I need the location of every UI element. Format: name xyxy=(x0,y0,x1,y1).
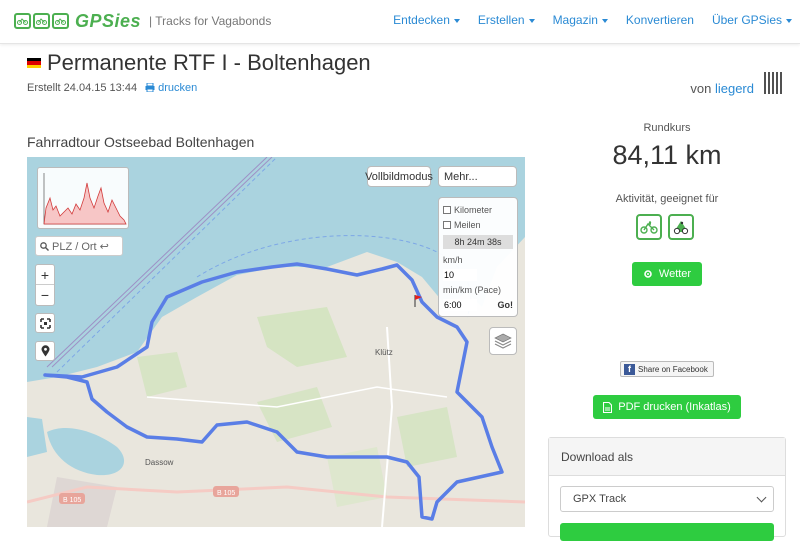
pdf-label: PDF drucken (Inkatlas) xyxy=(618,401,731,413)
pdf-print-button[interactable]: PDF drucken (Inkatlas) xyxy=(593,395,741,419)
page-title: Permanente RTF I - Boltenhagen xyxy=(47,50,371,75)
share-facebook-button[interactable]: f Share on Facebook xyxy=(620,361,714,377)
place-label-dassow: Dassow xyxy=(145,458,174,467)
bicycle-logo-icon xyxy=(14,13,69,29)
download-panel: Download als GPX Track xyxy=(548,437,786,541)
print-label: drucken xyxy=(158,82,198,94)
main-menu: Entdecken Erstellen Magazin Konvertieren… xyxy=(375,13,792,27)
caret-down-icon xyxy=(528,18,535,23)
created-date: Erstellt 24.04.15 13:44 xyxy=(27,82,138,94)
nav-item-erstellen[interactable]: Erstellen xyxy=(478,13,535,27)
speed-input[interactable] xyxy=(443,268,477,281)
duration-display: 8h 24m 38s xyxy=(443,235,513,249)
german-flag-icon xyxy=(27,58,41,68)
pdf-icon xyxy=(603,401,613,413)
nav-item-entdecken[interactable]: Entdecken xyxy=(393,13,460,27)
expand-icon xyxy=(39,317,51,329)
nav-label: Über GPSies xyxy=(711,13,782,27)
pace-calculator-panel: Kilometer Meilen 8h 24m 38s km/h min/km … xyxy=(438,197,518,317)
download-heading: Download als xyxy=(549,438,785,476)
distance-value: 84,11 km xyxy=(612,140,722,170)
author-link[interactable]: liegerd xyxy=(715,81,754,96)
zoom-control: + − xyxy=(35,264,55,306)
brand-logo[interactable]: GPSies | Tracks for Vagabonds xyxy=(14,5,271,37)
location-search-input[interactable]: PLZ / Ort ↩ xyxy=(35,236,123,256)
nav-item-konvertieren[interactable]: Konvertieren xyxy=(626,13,694,27)
miles-checkbox[interactable] xyxy=(443,220,451,229)
map-pin-icon xyxy=(41,345,49,357)
nav-label: Konvertieren xyxy=(625,13,694,27)
weather-label: Wetter xyxy=(658,268,692,280)
nav-label: Entdecken xyxy=(393,13,450,27)
title-row: Permanente RTF I - Boltenhagen xyxy=(27,50,371,76)
go-button[interactable]: Go! xyxy=(498,300,514,310)
road-label-b105: B 105 xyxy=(63,497,81,504)
brand-name: GPSies xyxy=(75,10,142,31)
author-prefix: von xyxy=(690,81,712,96)
more-options-button[interactable]: Mehr... xyxy=(438,166,517,187)
pace-input[interactable] xyxy=(443,298,477,311)
caret-down-icon xyxy=(786,18,792,23)
facebook-icon: f xyxy=(624,363,635,375)
brand-tagline: | Tracks for Vagabonds xyxy=(149,14,272,28)
road-label-b105: B 105 xyxy=(217,490,235,497)
bicycle-icon[interactable] xyxy=(636,214,662,240)
author-line: von liegerd xyxy=(690,81,754,96)
map-layers-button[interactable] xyxy=(489,327,517,355)
caret-down-icon xyxy=(453,18,460,23)
top-navbar: GPSies | Tracks for Vagabonds Entdecken … xyxy=(0,0,800,44)
facebook-label: Share on Facebook xyxy=(638,364,708,374)
fullscreen-toggle-button[interactable] xyxy=(35,313,55,333)
search-placeholder: PLZ / Ort ↩ xyxy=(52,240,109,253)
search-icon xyxy=(40,241,49,251)
miles-label: Meilen xyxy=(454,219,481,230)
download-button[interactable] xyxy=(560,523,774,541)
place-label-kluetz: Klütz xyxy=(375,348,393,357)
locate-button[interactable] xyxy=(35,341,55,361)
printer-icon xyxy=(145,82,155,93)
qr-code-icon[interactable] xyxy=(764,72,784,94)
track-meta: Erstellt 24.04.15 13:44 drucken xyxy=(27,82,197,94)
speed-unit-label: km/h xyxy=(443,254,463,265)
gear-icon xyxy=(644,270,652,278)
zoom-in-button[interactable]: + xyxy=(36,265,54,285)
kilometer-checkbox[interactable] xyxy=(443,205,451,214)
activity-icons xyxy=(636,214,694,240)
kilometer-label: Kilometer xyxy=(454,204,493,215)
nav-item-magazin[interactable]: Magazin xyxy=(553,13,608,27)
route-type-label: Rundkurs xyxy=(643,122,691,134)
activity-label: Aktivität, geeignet für xyxy=(615,193,719,205)
zoom-out-button[interactable]: − xyxy=(36,285,54,305)
caret-down-icon xyxy=(601,18,608,23)
layers-icon xyxy=(494,333,512,349)
download-format-select[interactable]: GPX Track xyxy=(560,486,774,512)
track-description: Fahrradtour Ostseebad Boltenhagen xyxy=(27,134,255,150)
chevron-down-icon xyxy=(756,492,767,503)
fullscreen-mode-button[interactable]: Vollbildmodus xyxy=(365,166,433,187)
nav-label: Erstellen xyxy=(477,13,525,27)
nav-label: Magazin xyxy=(552,13,598,27)
weather-button[interactable]: Wetter xyxy=(632,262,702,286)
nav-item-ueber-gpsies[interactable]: Über GPSies xyxy=(712,13,792,27)
mountain-bike-icon[interactable] xyxy=(668,214,694,240)
elevation-profile-chart[interactable] xyxy=(37,167,129,229)
selected-format: GPX Track xyxy=(573,493,627,505)
map-view[interactable]: Klütz Dassow B 105 B 105 PLZ / Ort ↩ + −… xyxy=(27,157,525,527)
pace-unit-label: min/km (Pace) xyxy=(443,284,502,295)
print-link[interactable]: drucken xyxy=(145,82,197,94)
